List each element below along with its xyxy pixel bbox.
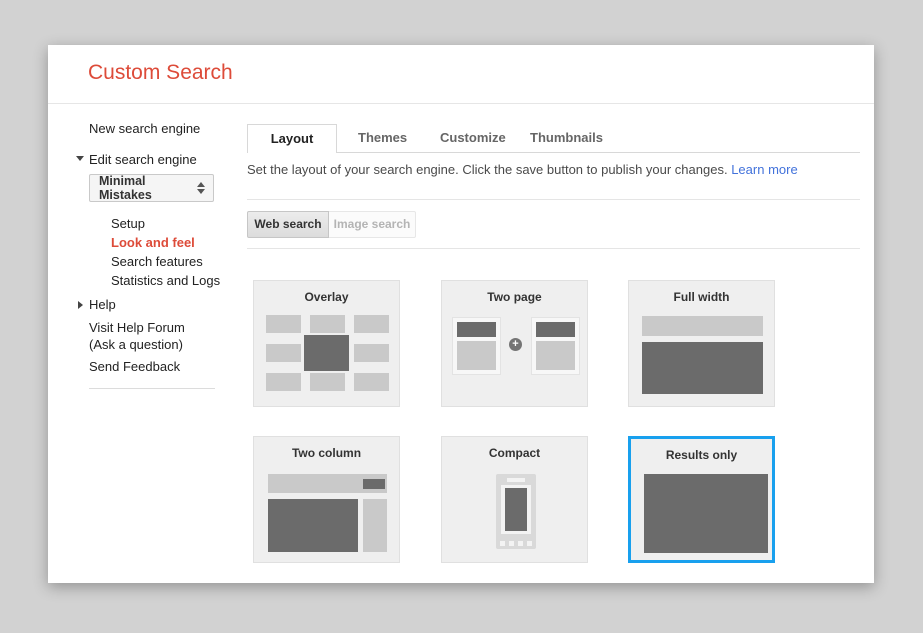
- layout-description-text: Set the layout of your search engine. Cl…: [247, 162, 728, 177]
- page-title: Custom Search: [88, 61, 233, 85]
- sidebar-item-look-and-feel[interactable]: Look and feel: [111, 235, 195, 250]
- sidebar-item-send-feedback[interactable]: Send Feedback: [89, 359, 180, 374]
- custom-search-window: Custom Search New search engine Edit sea…: [48, 45, 874, 583]
- tab-themes[interactable]: Themes: [358, 124, 407, 152]
- engine-selector-value: Minimal Mistakes: [90, 174, 197, 202]
- layout-option-two-page[interactable]: Two page +: [441, 280, 588, 407]
- chevron-right-icon: [78, 301, 83, 309]
- layout-option-title: Overlay: [254, 290, 399, 304]
- sidebar-divider: [89, 388, 215, 389]
- layout-description: Set the layout of your search engine. Cl…: [247, 162, 798, 177]
- web-search-button[interactable]: Web search: [247, 211, 329, 238]
- phone-speaker: [507, 478, 525, 482]
- layout-option-title: Results only: [631, 448, 772, 462]
- tab-bar-divider: [247, 152, 860, 153]
- section-divider-top: [247, 199, 860, 200]
- spinner-arrows-icon: [197, 182, 205, 194]
- arrow-up-icon: [197, 182, 205, 187]
- layout-option-title: Full width: [629, 290, 774, 304]
- tab-thumbnails[interactable]: Thumbnails: [530, 124, 603, 152]
- layout-option-title: Two page: [442, 290, 587, 304]
- image-search-button[interactable]: Image search: [329, 211, 416, 238]
- layout-option-compact[interactable]: Compact: [441, 436, 588, 563]
- compact-phone-diagram: [496, 474, 536, 549]
- layout-option-title: Two column: [254, 446, 399, 460]
- tab-customize[interactable]: Customize: [440, 124, 506, 152]
- arrow-down-icon: [197, 189, 205, 194]
- section-divider-bottom: [247, 248, 860, 249]
- sidebar-item-edit-search-engine[interactable]: Edit search engine: [89, 152, 197, 167]
- sidebar-item-search-features[interactable]: Search features: [111, 254, 203, 269]
- sidebar-item-visit-help-forum[interactable]: Visit Help Forum: [89, 320, 185, 335]
- layout-option-overlay[interactable]: Overlay: [253, 280, 400, 407]
- learn-more-link[interactable]: Learn more: [731, 162, 797, 177]
- chevron-down-icon: [76, 156, 84, 161]
- sidebar-item-setup[interactable]: Setup: [111, 216, 145, 231]
- sidebar-item-ask-a-question[interactable]: (Ask a question): [89, 337, 183, 352]
- engine-selector-dropdown[interactable]: Minimal Mistakes: [89, 174, 214, 202]
- sidebar-item-statistics-and-logs[interactable]: Statistics and Logs: [111, 273, 220, 288]
- layout-option-results-only[interactable]: Results only: [628, 436, 775, 563]
- phone-screen: [501, 485, 531, 534]
- layout-option-two-column[interactable]: Two column: [253, 436, 400, 563]
- sidebar-item-help[interactable]: Help: [89, 297, 116, 312]
- plus-icon: +: [509, 338, 522, 351]
- tab-layout[interactable]: Layout: [247, 124, 337, 153]
- layout-option-title: Compact: [442, 446, 587, 460]
- layout-option-full-width[interactable]: Full width: [628, 280, 775, 407]
- header-divider: [48, 103, 874, 104]
- sidebar-item-new-search-engine[interactable]: New search engine: [89, 121, 200, 136]
